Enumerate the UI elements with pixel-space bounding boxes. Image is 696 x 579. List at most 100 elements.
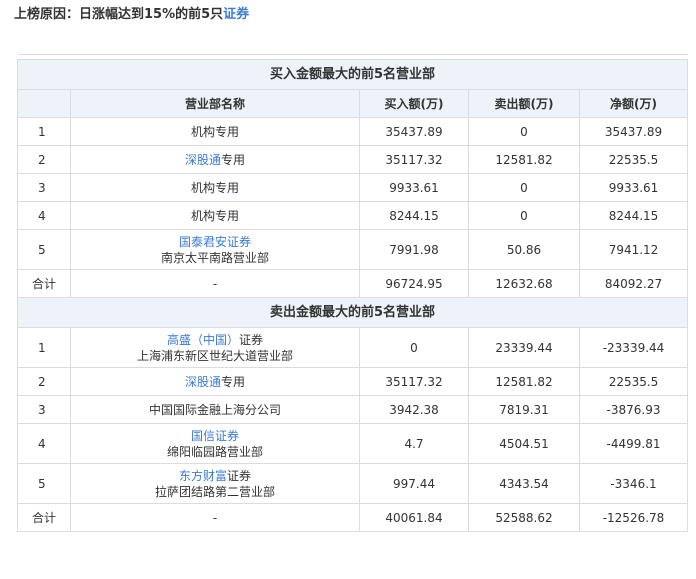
sell-rows: 1 高盛（中国）证券 上海浦东新区世纪大道营业部 0 23339.44 -23339.44… — [17, 327, 688, 532]
total-department: - — [70, 503, 360, 532]
buy-amount-cell: 3942.38 — [359, 395, 469, 424]
table-row: 1 机构专用 35437.89 0 35437.89 — [17, 117, 688, 146]
page-headline: 上榜原因：日涨幅达到15%的前5只证券 — [14, 4, 249, 26]
rank-cell: 1 — [17, 327, 71, 368]
department-cell: 高盛（中国）证券 上海浦东新区世纪大道营业部 — [70, 327, 360, 368]
department-name: 国泰君安证券 — [75, 234, 355, 250]
column-header-row: 营业部名称 买入额(万) 卖出额(万) 净额(万) — [17, 89, 688, 118]
table-row: 5 东方财富证券 拉萨团结路第二营业部 997.44 4343.54 -3346.1 — [17, 463, 688, 504]
buy-amount-cell: 35117.32 — [359, 145, 469, 174]
department-name-suffix: 机构专用 — [190, 124, 239, 139]
department-cell: 深股通专用 — [70, 367, 360, 396]
buy-amount-cell: 9933.61 — [359, 173, 469, 202]
total-department: - — [70, 269, 360, 298]
total-row: 合计 -96724.95 12632.68 84092.27 — [17, 269, 688, 298]
sell-section-title: 卖出金额最大的前5名营业部 — [17, 297, 688, 328]
sell-amount-cell: 4504.51 — [468, 423, 580, 464]
department-cell: 机构专用 — [70, 201, 360, 230]
rank-cell: 2 — [17, 367, 71, 396]
total-label: 合计 — [17, 269, 71, 298]
buy-amount-cell: 4.7 — [359, 423, 469, 464]
net-amount-cell: -23339.44 — [579, 327, 688, 368]
sell-amount-cell: 0 — [468, 173, 580, 202]
department-cell: 东方财富证券 拉萨团结路第二营业部 — [70, 463, 360, 504]
department-link[interactable]: 国泰君安证券 — [179, 235, 251, 249]
headline-text: 上榜原因：日涨幅达到15%的前5只 — [14, 7, 224, 22]
sell-amount-cell: 7819.31 — [468, 395, 580, 424]
buy-amount-cell: 997.44 — [359, 463, 469, 504]
department-name-suffix: 证券 — [239, 332, 264, 347]
rank-cell: 3 — [17, 173, 71, 202]
table-row: 3 中国国际金融上海分公司 3942.38 7819.31 -3876.93 — [17, 395, 688, 424]
net-amount-cell: -4499.81 — [579, 423, 688, 464]
department-cell: 中国国际金融上海分公司 — [70, 395, 360, 424]
department-link[interactable]: 东方财富 — [179, 469, 227, 483]
net-amount-cell: 22535.5 — [579, 145, 688, 174]
department-name: 深股通专用 — [75, 152, 355, 168]
rank-cell: 3 — [17, 395, 71, 424]
department-cell: 国泰君安证券 南京太平南路营业部 — [70, 229, 360, 270]
sell-section-header: 卖出金额最大的前5名营业部 — [17, 297, 688, 328]
department-link[interactable]: 深股通 — [185, 375, 221, 389]
department-branch: 绵阳临园路营业部 — [166, 444, 263, 459]
rank-cell: 5 — [17, 229, 71, 270]
department-branch: 拉萨团结路第二营业部 — [154, 484, 275, 499]
department-name-suffix: 机构专用 — [190, 180, 239, 195]
department-branch: 上海浦东新区世纪大道营业部 — [136, 348, 293, 363]
rank-cell: 5 — [17, 463, 71, 504]
department-name: 东方财富证券 — [75, 468, 355, 484]
securities-link[interactable]: 证券 — [223, 7, 249, 22]
net-amount-cell: 35437.89 — [579, 117, 688, 146]
total-row: 合计 -40061.84 52588.62 -12526.78 — [17, 503, 688, 532]
rank-cell: 2 — [17, 145, 71, 174]
department-name: 机构专用 — [75, 180, 355, 196]
header-buy-amount: 买入额(万) — [359, 89, 469, 118]
net-amount-cell: 9933.61 — [579, 173, 688, 202]
department-link[interactable]: 深股通 — [185, 153, 221, 167]
buy-amount-cell: 7991.98 — [359, 229, 469, 270]
sell-amount-cell: 0 — [468, 201, 580, 230]
sell-amount-cell: 0 — [468, 117, 580, 146]
department-name: 机构专用 — [75, 124, 355, 140]
department-cell: 机构专用 — [70, 117, 360, 146]
total-net-amount: -12526.78 — [579, 503, 688, 532]
department-name: 中国国际金融上海分公司 — [75, 402, 355, 418]
department-name-suffix: 专用 — [221, 152, 246, 167]
total-sell-amount: 12632.68 — [468, 269, 580, 298]
department-branch: 南京太平南路营业部 — [160, 250, 269, 265]
rank-cell: 1 — [17, 117, 71, 146]
buy-amount-cell: 35437.89 — [359, 117, 469, 146]
table-row: 4 国信证券 绵阳临园路营业部 4.7 4504.51 -4499.81 — [17, 423, 688, 464]
header-index — [17, 89, 71, 118]
department-name: 高盛（中国）证券 — [75, 332, 355, 348]
department-cell: 深股通专用 — [70, 145, 360, 174]
header-sell-amount: 卖出额(万) — [468, 89, 580, 118]
net-amount-cell: 8244.15 — [579, 201, 688, 230]
table-row: 1 高盛（中国）证券 上海浦东新区世纪大道营业部 0 23339.44 -23339.44 — [17, 327, 688, 368]
department-name-suffix: 专用 — [221, 374, 246, 389]
department-name: 深股通专用 — [75, 374, 355, 390]
net-amount-cell: 7941.12 — [579, 229, 688, 270]
department-name: 国信证券 — [75, 428, 355, 444]
department-cell: 机构专用 — [70, 173, 360, 202]
total-net-amount: 84092.27 — [579, 269, 688, 298]
sell-amount-cell: 50.86 — [468, 229, 580, 270]
buy-amount-cell: 35117.32 — [359, 367, 469, 396]
net-amount-cell: -3346.1 — [579, 463, 688, 504]
buy-section-header: 买入金额最大的前5名营业部 — [17, 59, 688, 90]
header-net-amount: 净额(万) — [579, 89, 688, 118]
department-link[interactable]: 高盛（中国） — [167, 333, 239, 347]
table-row: 3 机构专用 9933.61 0 9933.61 — [17, 173, 688, 202]
table-row: 2 深股通专用 35117.32 12581.82 22535.5 — [17, 367, 688, 396]
net-amount-cell: -3876.93 — [579, 395, 688, 424]
total-sell-amount: 52588.62 — [468, 503, 580, 532]
sell-amount-cell: 4343.54 — [468, 463, 580, 504]
net-amount-cell: 22535.5 — [579, 367, 688, 396]
rank-cell: 4 — [17, 423, 71, 464]
buy-amount-cell: 8244.15 — [359, 201, 469, 230]
dragon-tiger-table: 买入金额最大的前5名营业部 营业部名称 买入额(万) 卖出额(万) 净额(万) … — [17, 54, 688, 532]
department-link[interactable]: 国信证券 — [191, 429, 239, 443]
department-name-suffix: 证券 — [227, 468, 252, 483]
header-department: 营业部名称 — [70, 89, 360, 118]
department-name-suffix: 中国国际金融上海分公司 — [148, 402, 281, 417]
